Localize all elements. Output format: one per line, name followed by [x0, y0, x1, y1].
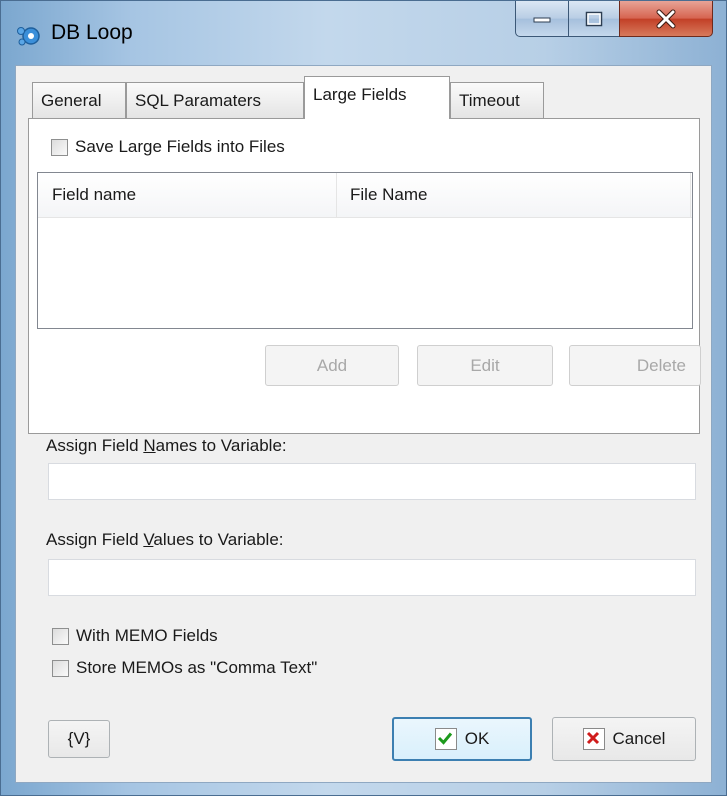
close-button[interactable]	[619, 1, 713, 37]
title-bar[interactable]: DB Loop	[1, 1, 726, 63]
store-memos-comma-text-checkbox[interactable]	[52, 660, 69, 677]
minimize-icon	[533, 17, 551, 22]
minimize-button[interactable]	[515, 1, 569, 37]
x-mark-icon	[582, 728, 605, 750]
field-names-variable-input[interactable]	[48, 463, 696, 500]
ok-button[interactable]: OK	[392, 717, 532, 761]
column-header-field-name[interactable]: Field name	[52, 185, 136, 205]
store-memos-comma-text-label: Store MEMOs as "Comma Text"	[76, 658, 318, 677]
large-fields-list[interactable]: Field name File Name	[37, 172, 693, 329]
list-header: Field name File Name	[38, 173, 692, 218]
cancel-label: Cancel	[612, 729, 666, 748]
cancel-button[interactable]: Cancel	[552, 717, 696, 761]
assign-field-names-label: Assign Field Names to Variable:	[46, 436, 287, 455]
maximize-icon	[585, 11, 603, 26]
save-large-fields-checkbox[interactable]	[51, 139, 68, 156]
column-separator[interactable]	[690, 173, 691, 217]
tab-large-fields[interactable]: Large Fields	[304, 76, 450, 119]
db-loop-app-icon	[15, 23, 41, 49]
dialog-client-area: General SQL Paramaters Large Fields Time…	[15, 65, 712, 783]
close-icon	[656, 9, 676, 28]
db-loop-window: DB Loop General SQL Paramaters Large Fie…	[0, 0, 727, 796]
ok-label: OK	[464, 729, 490, 748]
window-title: DB Loop	[51, 21, 133, 44]
tab-timeout[interactable]: Timeout	[450, 82, 544, 118]
maximize-button[interactable]	[568, 1, 620, 37]
assign-field-values-label: Assign Field Values to Variable:	[46, 530, 284, 549]
variables-button[interactable]: {V}	[48, 720, 110, 758]
tab-general[interactable]: General	[32, 82, 126, 118]
field-values-variable-input[interactable]	[48, 559, 696, 596]
column-header-file-name[interactable]: File Name	[350, 185, 427, 205]
column-separator[interactable]	[336, 173, 337, 217]
save-large-fields-label: Save Large Fields into Files	[75, 137, 285, 156]
large-fields-panel: Save Large Fields into Files Field name …	[28, 118, 701, 434]
with-memo-fields-checkbox[interactable]	[52, 628, 69, 645]
delete-button[interactable]: Delete	[569, 345, 701, 386]
edit-button[interactable]: Edit	[417, 345, 553, 386]
checkmark-icon	[434, 728, 457, 750]
add-button[interactable]: Add	[265, 345, 399, 386]
tab-sql-parameters[interactable]: SQL Paramaters	[126, 82, 304, 118]
with-memo-fields-label: With MEMO Fields	[76, 626, 218, 645]
